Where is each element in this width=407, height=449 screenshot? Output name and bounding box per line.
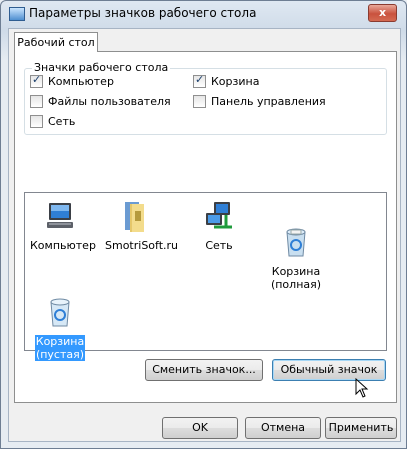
mouse-cursor-icon	[355, 378, 369, 398]
checkbox-box[interactable]	[30, 73, 43, 88]
checkbox-recycle-bin[interactable]: Корзина	[193, 73, 260, 88]
computer-icon	[43, 199, 77, 233]
checkbox-box[interactable]	[30, 115, 43, 128]
cancel-button[interactable]: Отмена	[245, 417, 321, 439]
list-item-label: Сеть	[205, 239, 233, 252]
list-item-label: Компьютер	[30, 239, 96, 252]
checkbox-computer[interactable]: Компьютер	[30, 73, 114, 88]
checkbox-box[interactable]	[193, 95, 206, 108]
user-folder-icon	[118, 199, 152, 233]
list-item-recycle-bin-full[interactable]: Корзина (полная)	[265, 199, 327, 291]
dialog-client-area: Рабочий стол Значки рабочего стола Компь…	[8, 28, 401, 442]
close-button[interactable]: x	[368, 4, 397, 22]
checkbox-label: Корзина	[211, 75, 260, 88]
checkbox-label: Панель управления	[211, 95, 326, 108]
desktop-settings-icon	[9, 7, 25, 21]
list-item-label: Корзина (пустая)	[34, 335, 86, 361]
checkbox-label: Компьютер	[48, 75, 114, 88]
network-icon	[202, 199, 236, 233]
list-item-user-files[interactable]: SmotriSoft.ru	[104, 199, 178, 252]
checkbox-user-files[interactable]: Файлы пользователя	[30, 95, 171, 108]
checkbox-label: Сеть	[48, 115, 76, 128]
dialog-window: Параметры значков рабочего стола x Рабоч…	[0, 0, 407, 449]
title-bar[interactable]: Параметры значков рабочего стола x	[1, 1, 406, 27]
recycle-bin-empty-icon	[43, 282, 77, 327]
desktop-icons-group: Значки рабочего стола Компьютер Корзина …	[24, 61, 387, 135]
checkbox-label: Файлы пользователя	[48, 95, 171, 108]
recycle-bin-full-icon	[279, 212, 313, 257]
checkbox-network[interactable]: Сеть	[30, 115, 75, 128]
change-icon-button[interactable]: Сменить значок...	[145, 359, 263, 381]
checkbox-control-panel[interactable]: Панель управления	[193, 95, 326, 108]
window-title: Параметры значков рабочего стола	[29, 6, 257, 20]
list-item-network[interactable]: Сеть	[188, 199, 250, 252]
list-item-label: Корзина (полная)	[270, 265, 322, 291]
list-item-computer[interactable]: Компьютер	[29, 199, 96, 252]
apply-button[interactable]: Применить	[325, 417, 397, 439]
tab-panel: Значки рабочего стола Компьютер Корзина …	[14, 51, 397, 403]
list-item-recycle-bin-empty[interactable]: Корзина (пустая)	[29, 269, 91, 361]
list-item-label: SmotriSoft.ru	[105, 239, 179, 252]
icon-list[interactable]: Компьютер SmotriSoft.ru Сеть Корзина (по…	[24, 192, 387, 361]
checkbox-box[interactable]	[30, 95, 43, 108]
ok-button[interactable]: OK	[162, 417, 238, 439]
tab-desktop[interactable]: Рабочий стол	[14, 32, 98, 52]
group-title: Значки рабочего стола	[32, 61, 171, 74]
checkbox-box[interactable]	[193, 73, 206, 88]
